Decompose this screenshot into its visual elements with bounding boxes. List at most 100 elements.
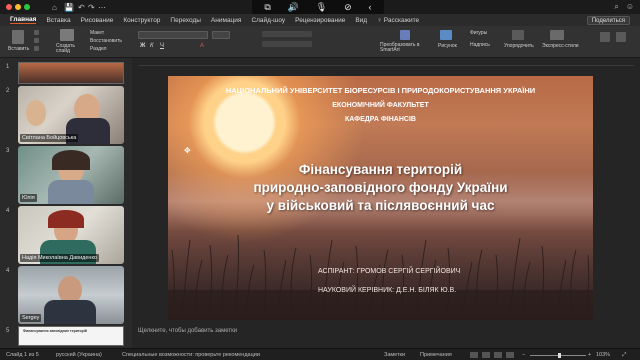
account-icon[interactable]: ☺ — [626, 2, 634, 12]
camera-off-icon[interactable]: ⊘ — [344, 0, 352, 15]
tell-me-search[interactable]: ♀ Расскажите — [377, 17, 419, 24]
participant-video-2[interactable]: Юлія — [18, 146, 124, 204]
microphone-icon[interactable]: 🎙 — [316, 0, 327, 15]
undo-icon[interactable]: ↶ — [78, 3, 85, 12]
accessibility-check[interactable]: Специальные возможности: проверьте реком… — [122, 352, 260, 358]
picture-button-label[interactable]: Рисунок — [438, 43, 457, 49]
more-icon[interactable]: ⋯ — [98, 3, 106, 12]
paragraph-list-controls[interactable] — [262, 31, 312, 37]
participant-body — [44, 300, 96, 324]
grass-silhouette — [168, 235, 593, 320]
bold-button[interactable]: Ж — [140, 43, 145, 49]
smartart-icon[interactable] — [400, 30, 410, 40]
underline-button[interactable]: Ч — [160, 43, 164, 49]
slide-number: 4 — [6, 208, 10, 214]
status-bar: Слайд 1 из 5 русский (Украина) Специальн… — [0, 348, 640, 360]
notes-toggle[interactable]: Заметки — [384, 352, 405, 358]
slide-sorter-icon[interactable] — [482, 352, 490, 358]
minimize-window-button[interactable] — [15, 4, 21, 10]
zoom-out-button[interactable]: − — [522, 352, 525, 358]
tab-animations[interactable]: Анимация — [211, 17, 242, 24]
cursor-icon: ✥ — [184, 146, 191, 155]
language-indicator[interactable]: русский (Украина) — [56, 352, 102, 358]
powerpoint-window: ⌂ 💾 ↶ ↷ ⋯ ⌕ ☺ ⧉ 🔊 🎙 ⊘ ‹ Главная Вставка … — [0, 0, 640, 360]
thumbnail-title: Финансування заповідних територій — [23, 329, 87, 333]
share-button[interactable]: Поделиться — [586, 16, 630, 25]
designer-icon[interactable] — [616, 32, 626, 42]
slide-number: 5 — [6, 328, 10, 334]
tab-insert[interactable]: Вставка — [46, 17, 70, 24]
participant-hair — [52, 150, 90, 170]
shapes-button[interactable]: Фигуры — [470, 30, 487, 36]
zoom-in-button[interactable]: + — [588, 352, 591, 358]
tab-design[interactable]: Конструктор — [123, 17, 160, 24]
zoom-level[interactable]: 103% — [596, 352, 610, 358]
slide-number: 3 — [6, 148, 10, 154]
collapse-icon[interactable]: ‹ — [369, 0, 372, 15]
comments-toggle[interactable]: Примечания — [420, 352, 452, 358]
arrange-icon[interactable] — [512, 30, 524, 40]
participant-hair — [48, 210, 84, 228]
volume-icon[interactable]: 🔊 — [288, 0, 299, 15]
slides-and-participants-panel: 1 2 Світлана Бойцовська 3 Юлія 4 Надія М… — [0, 58, 132, 348]
supervisor-line: НАУКОВИЙ КЕРІВНИК: Д.Е.Н. БІЛЯК Ю.В. — [318, 287, 457, 294]
picture-icon[interactable] — [440, 30, 452, 40]
cut-icon[interactable] — [34, 30, 39, 35]
participant-name: Надія Миколаївна Давиденко — [20, 254, 99, 262]
reset-button[interactable]: Восстановить — [90, 38, 122, 44]
current-slide[interactable]: НАЦІОНАЛЬНИЙ УНІВЕРСИТЕТ БІОРЕСУРСІВ І П… — [168, 76, 593, 320]
redo-icon[interactable]: ↷ — [88, 3, 95, 12]
quick-styles-icon[interactable] — [550, 30, 564, 40]
tab-review[interactable]: Рецензирование — [295, 17, 345, 24]
slide-title-line-3: у військовий та післявоєнний час — [266, 198, 495, 213]
tab-transitions[interactable]: Переходы — [170, 17, 201, 24]
tab-slideshow[interactable]: Слайд-шоу — [251, 17, 285, 24]
new-slide-label[interactable]: Создать слайд — [56, 44, 80, 54]
layout-button[interactable]: Макет — [90, 30, 104, 36]
italic-button[interactable]: К — [150, 43, 154, 49]
font-color-button[interactable]: A — [200, 43, 204, 49]
format-painter-icon[interactable] — [34, 46, 39, 51]
arrange-button-label[interactable]: Упорядочить — [504, 43, 534, 49]
notes-pane[interactable]: Щелкните, чтобы добавить заметки — [138, 328, 634, 334]
tab-draw[interactable]: Рисование — [81, 17, 114, 24]
font-size-box[interactable] — [212, 31, 230, 39]
participant-video-3[interactable]: Надія Миколаївна Давиденко — [18, 206, 124, 264]
close-window-button[interactable] — [6, 4, 12, 10]
participant-video-1[interactable]: Світлана Бойцовська — [18, 86, 124, 144]
textbox-button[interactable]: Надпись — [470, 42, 490, 48]
paragraph-align-controls[interactable] — [262, 41, 312, 47]
copy-icon[interactable] — [34, 38, 39, 43]
fit-to-window-icon[interactable]: ⤢ — [622, 352, 626, 359]
screen-share-icon[interactable]: ⧉ — [264, 0, 270, 15]
university-name: НАЦІОНАЛЬНИЙ УНІВЕРСИТЕТ БІОРЕСУРСІВ І П… — [225, 86, 536, 95]
slide-editor: НАЦІОНАЛЬНИЙ УНІВЕРСИТЕТ БІОРЕСУРСІВ І П… — [132, 58, 640, 348]
slide-number: 2 — [6, 88, 10, 94]
slide-thumbnail-1[interactable] — [18, 62, 124, 84]
slide-title-line-2: природно-заповідного фонду України — [253, 180, 508, 195]
reading-view-icon[interactable] — [494, 352, 502, 358]
normal-view-icon[interactable] — [470, 352, 478, 358]
participant-video-4[interactable]: Sergey — [18, 266, 124, 324]
paste-button-label[interactable]: Вставить — [8, 46, 29, 52]
slide-thumbnail-5[interactable]: Финансування заповідних територій — [18, 326, 124, 346]
quick-styles-label[interactable]: Экспресс-стили — [542, 43, 579, 49]
section-button[interactable]: Раздел — [90, 46, 107, 52]
home-icon[interactable]: ⌂ — [52, 3, 57, 12]
participant-name: Світлана Бойцовська — [20, 134, 79, 142]
slide-number: 1 — [6, 64, 10, 70]
dictate-icon[interactable] — [600, 32, 610, 42]
tab-home[interactable]: Главная — [10, 16, 37, 24]
zoom-slider-thumb[interactable] — [558, 353, 561, 358]
paste-icon[interactable] — [12, 30, 24, 44]
new-slide-icon[interactable] — [60, 29, 74, 41]
participant-name: Sergey — [20, 314, 42, 322]
font-name-box[interactable] — [138, 31, 208, 39]
save-icon[interactable]: 💾 — [64, 3, 74, 12]
slideshow-icon[interactable] — [506, 352, 514, 358]
convert-smartart-label[interactable]: Преобразовать в SmartArt — [380, 43, 426, 53]
ribbon-tabs: Главная Вставка Рисование Конструктор Пе… — [0, 14, 640, 26]
tab-view[interactable]: Вид — [355, 17, 367, 24]
zoom-window-button[interactable] — [24, 4, 30, 10]
search-icon[interactable]: ⌕ — [614, 2, 618, 12]
